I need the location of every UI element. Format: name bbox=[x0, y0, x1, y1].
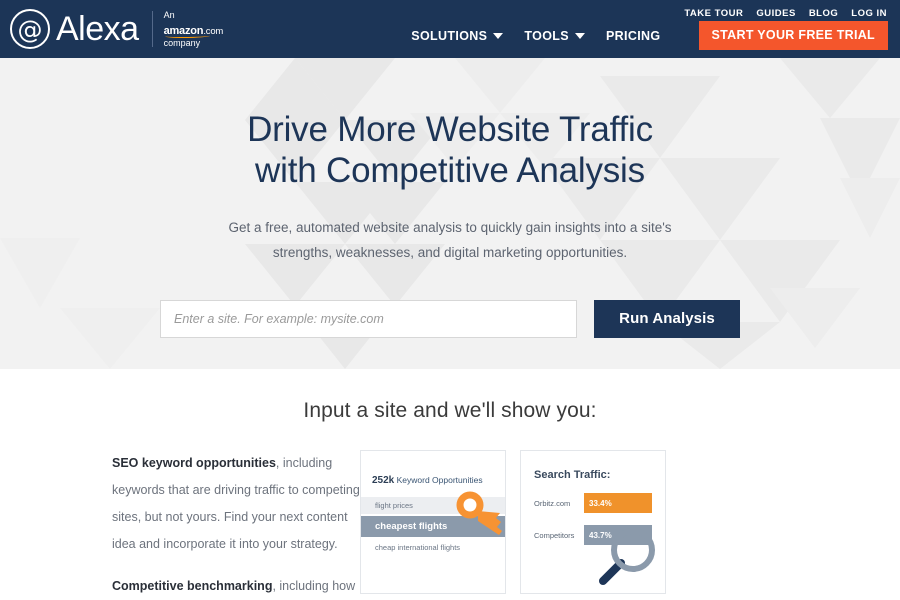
feature-bullet-seo-title: SEO keyword opportunities bbox=[112, 456, 276, 470]
nav-label-solutions: SOLUTIONS bbox=[411, 28, 488, 43]
keyword-title-rest: Keyword Opportunities bbox=[394, 475, 483, 485]
headline-line-2: with Competitive Analysis bbox=[255, 150, 645, 190]
keyword-count: 252k bbox=[372, 475, 395, 486]
traffic-card-title: Search Traffic: bbox=[534, 469, 611, 481]
nav-item-blog[interactable]: BLOG bbox=[809, 8, 838, 19]
logo-wordmark: Alexa bbox=[56, 9, 139, 48]
headline-line-1: Drive More Website Traffic bbox=[247, 110, 653, 149]
traffic-row-orbitz: Orbitz.com 33.4% bbox=[534, 493, 655, 513]
features-copy-column: SEO keyword opportunities, including key… bbox=[0, 450, 360, 600]
primary-nav: SOLUTIONS TOOLS PRICING bbox=[411, 16, 660, 43]
subtitle-line-1: Get a free, automated website analysis t… bbox=[228, 219, 672, 235]
run-analysis-button[interactable]: Run Analysis bbox=[594, 299, 740, 338]
hero-content: Drive More Website Traffic with Competit… bbox=[0, 58, 900, 338]
chevron-down-icon bbox=[493, 32, 504, 39]
keyword-card-title: 252k Keyword Opportunities bbox=[372, 475, 495, 486]
amazon-brand-word: amazon bbox=[163, 24, 204, 37]
feature-cards: 252k Keyword Opportunities flight prices… bbox=[360, 450, 666, 600]
utility-nav: TAKE TOUR GUIDES BLOG LOG IN bbox=[684, 8, 887, 19]
site-header: @ Alexa An amazon.com company SOLUTIONS … bbox=[0, 0, 900, 58]
traffic-label: Orbitz.com bbox=[534, 498, 571, 508]
at-symbol-icon: @ bbox=[10, 9, 50, 49]
hero-section: Drive More Website Traffic with Competit… bbox=[0, 58, 900, 369]
site-analysis-form: Run Analysis bbox=[0, 299, 900, 338]
traffic-label: Competitors bbox=[534, 530, 575, 540]
feature-bullet-benchmarking-title: Competitive benchmarking bbox=[112, 578, 273, 593]
nav-item-log-in[interactable]: LOG IN bbox=[851, 8, 887, 19]
nav-item-solutions[interactable]: SOLUTIONS bbox=[411, 28, 504, 43]
features-heading: Input a site and we'll show you: bbox=[303, 399, 597, 422]
chevron-down-icon bbox=[574, 32, 585, 39]
hero-subtitle: Get a free, automated website analysis t… bbox=[0, 216, 900, 266]
magnifying-glass-icon bbox=[599, 528, 655, 585]
nav-label-pricing: PRICING bbox=[605, 28, 661, 43]
logo-divider bbox=[151, 11, 153, 47]
amazon-brand-text: amazon.com bbox=[163, 24, 224, 38]
amazon-line-company: company bbox=[163, 38, 201, 49]
start-free-trial-button[interactable]: START YOUR FREE TRIAL bbox=[698, 21, 888, 50]
nav-item-tools[interactable]: TOOLS bbox=[524, 29, 585, 43]
features-section: Input a site and we'll show you: SEO key… bbox=[0, 369, 900, 600]
nav-item-guides[interactable]: GUIDES bbox=[756, 8, 795, 19]
feature-bullet-seo-text: , including keywords that are driving tr… bbox=[112, 456, 360, 552]
features-body: SEO keyword opportunities, including key… bbox=[0, 423, 900, 600]
amazon-line-an: An bbox=[163, 10, 175, 21]
feature-bullet-seo: SEO keyword opportunities, including key… bbox=[112, 450, 360, 559]
page-title: Drive More Website Traffic with Competit… bbox=[0, 58, 900, 192]
keyword-opportunities-card: 252k Keyword Opportunities flight prices… bbox=[360, 450, 506, 594]
alexa-logo[interactable]: @ Alexa An amazon.com company bbox=[10, 9, 223, 49]
landing-page: @ Alexa An amazon.com company SOLUTIONS … bbox=[0, 0, 900, 600]
amazon-tld: .com bbox=[203, 25, 224, 37]
feature-bullet-benchmarking: Competitive benchmarking, including how … bbox=[112, 573, 360, 600]
subtitle-line-2: strengths, weaknesses, and digital marke… bbox=[272, 244, 628, 260]
key-icon bbox=[456, 491, 502, 535]
traffic-bar: 33.4% bbox=[584, 493, 652, 513]
search-traffic-card: Search Traffic: Orbitz.com 33.4% Competi… bbox=[520, 450, 666, 594]
nav-item-pricing[interactable]: PRICING bbox=[606, 29, 661, 43]
amazon-company-badge: An amazon.com company bbox=[164, 9, 224, 48]
site-url-input[interactable] bbox=[160, 299, 577, 338]
nav-item-take-tour[interactable]: TAKE TOUR bbox=[684, 8, 743, 19]
nav-label-tools: TOOLS bbox=[524, 28, 569, 43]
